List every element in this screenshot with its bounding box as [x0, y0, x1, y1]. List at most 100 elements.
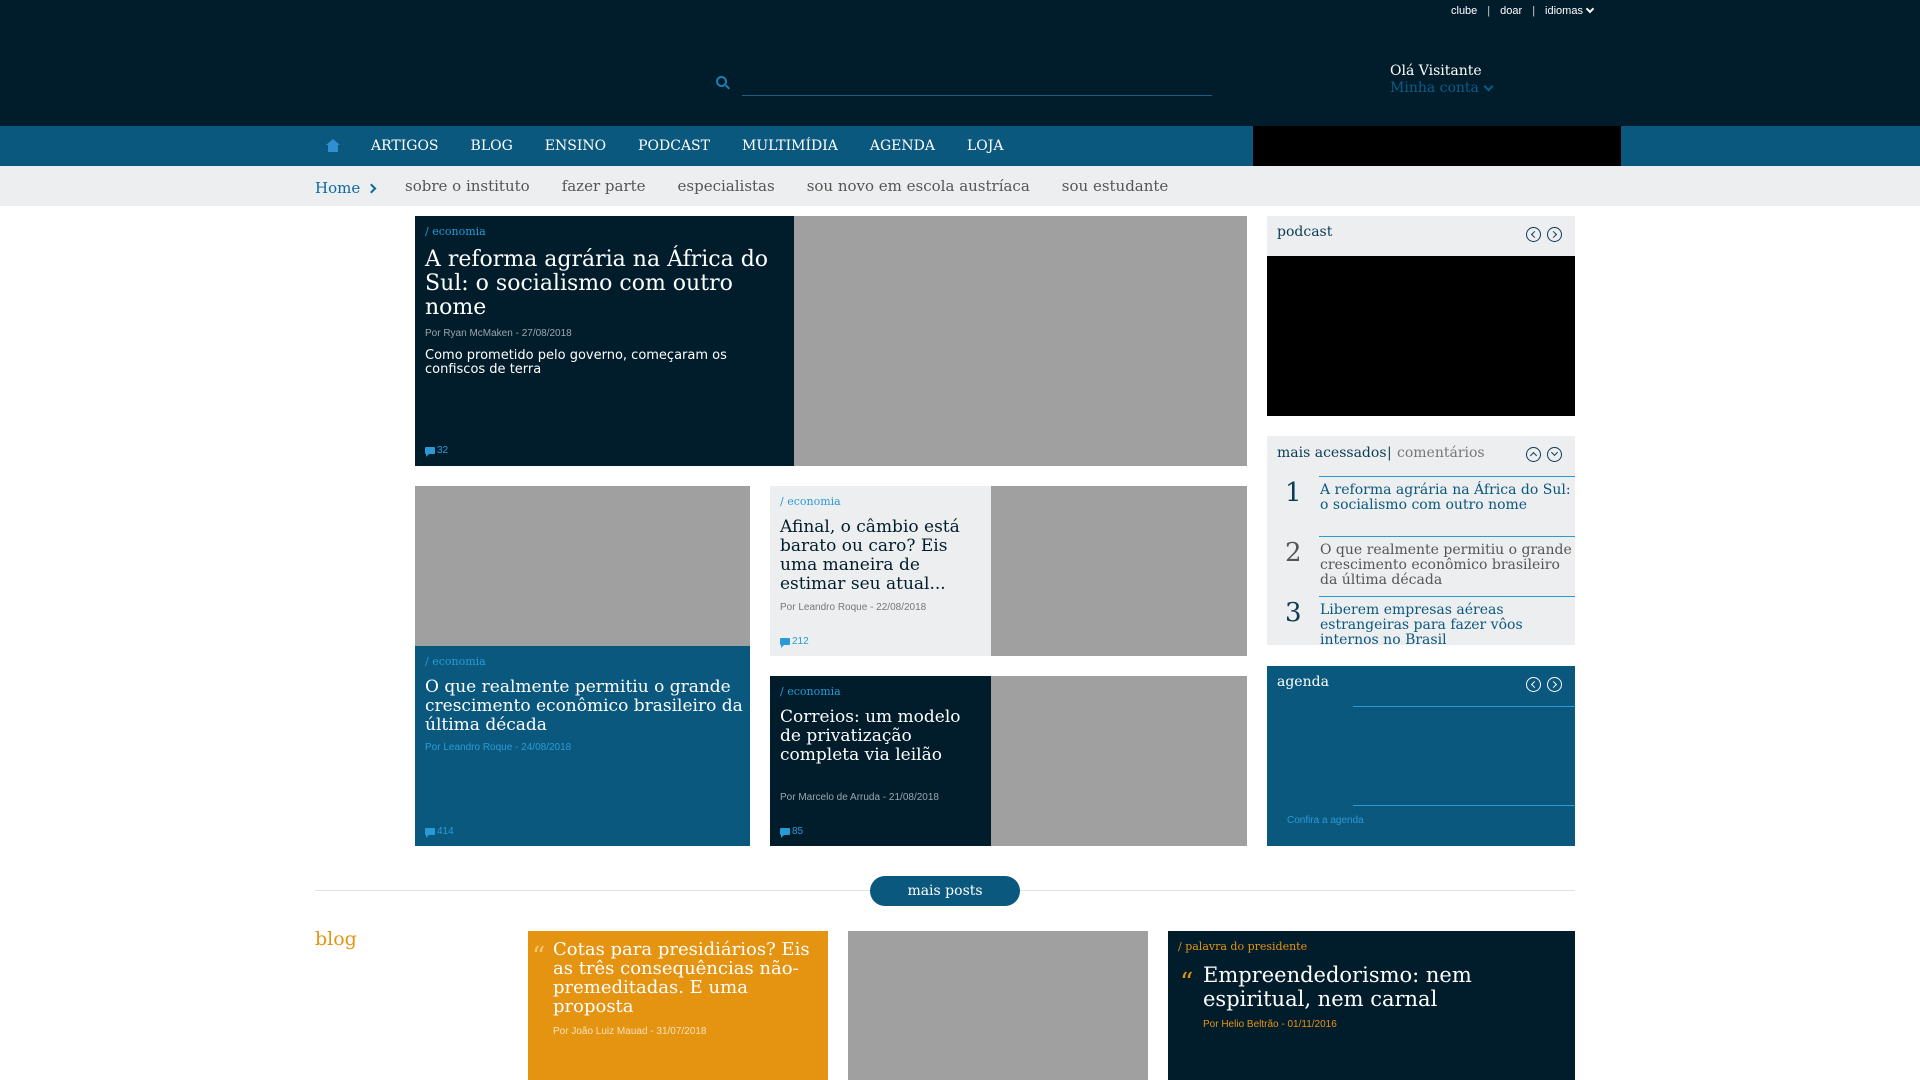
prev-arrow-icon[interactable] — [1526, 227, 1541, 242]
subnav-link-fazer-parte[interactable]: fazer parte — [562, 177, 646, 195]
subnav-link-estudante[interactable]: sou estudante — [1062, 177, 1169, 195]
blog-post-1[interactable]: “ Cotas para presidiários? Eis as três c… — [528, 931, 828, 1080]
article-title[interactable]: Afinal, o câmbio está barato ou caro? Ei… — [780, 518, 985, 594]
agenda-link[interactable]: Confira a agenda — [1287, 815, 1364, 826]
nav-item-artigos[interactable]: ARTIGOS — [371, 138, 439, 154]
sub-nav: Home sobre o instituto fazer parte espec… — [0, 166, 1920, 206]
article-tag[interactable]: / economia — [425, 655, 486, 668]
idiomas-dropdown[interactable]: idiomas — [1545, 5, 1583, 17]
chevron-right-icon — [366, 183, 377, 193]
comment-count[interactable]: 85 — [780, 826, 803, 838]
article-tag[interactable]: / economia — [780, 685, 841, 698]
podcast-player[interactable] — [1267, 256, 1575, 416]
nav-item-multimidia[interactable]: MULTIMÍDIA — [742, 138, 838, 154]
blog-post-2[interactable]: / palavra do presidente “ Empreendedoris… — [1168, 931, 1575, 1080]
subnav-link-novo[interactable]: sou novo em escola austríaca — [807, 177, 1030, 195]
subnav-home[interactable]: Home — [315, 179, 377, 197]
subnav-link-especialistas[interactable]: especialistas — [678, 177, 775, 195]
comment-icon — [425, 447, 435, 457]
article-title[interactable]: Correios: um modelo de privatização comp… — [780, 708, 985, 765]
quote-mark: “ — [1180, 968, 1194, 998]
comment-icon — [425, 828, 435, 838]
tab-most-read[interactable]: mais acessados — [1277, 445, 1387, 461]
featured-article-fourth[interactable]: / economia Correios: um modelo de privat… — [770, 676, 991, 846]
featured-article-third[interactable]: / economia Afinal, o câmbio está barato … — [770, 486, 991, 656]
prev-arrow-icon[interactable] — [1526, 677, 1541, 692]
chevron-down-icon[interactable] — [1585, 4, 1595, 14]
featured-article-third-image[interactable] — [991, 486, 1247, 656]
quote-mark: “ — [532, 942, 546, 972]
account-menu[interactable]: Minha conta — [1390, 80, 1494, 96]
scroll-up-icon[interactable] — [1526, 447, 1541, 462]
item-title[interactable]: Liberem empresas aéreas estrangeiras par… — [1320, 603, 1575, 646]
item-divider — [1319, 476, 1575, 477]
search-icon[interactable] — [716, 76, 727, 87]
nav-item-podcast[interactable]: PODCAST — [638, 138, 710, 154]
chevron-down-icon[interactable] — [1483, 81, 1494, 91]
most-read-item[interactable]: 3 Liberem empresas aéreas estrangeiras p… — [1275, 596, 1575, 645]
comment-count-value[interactable]: 85 — [792, 826, 803, 837]
subnav-home-label[interactable]: Home — [315, 179, 360, 197]
article-tag[interactable]: / palavra do presidente — [1178, 940, 1307, 953]
item-rank: 1 — [1285, 478, 1302, 508]
nav-item-loja[interactable]: LOJA — [967, 138, 1004, 154]
comment-count[interactable]: 212 — [780, 636, 809, 648]
nav-item-ensino[interactable]: ENSINO — [545, 138, 606, 154]
featured-article-second-image[interactable] — [415, 486, 750, 646]
featured-article-main-image[interactable] — [794, 216, 1247, 466]
item-rank: 2 — [1285, 538, 1302, 568]
subnav-link-sobre[interactable]: sobre o instituto — [405, 177, 530, 195]
article-title[interactable]: A reforma agrária na África do Sul: o so… — [425, 248, 775, 320]
nav-item-agenda[interactable]: AGENDA — [870, 138, 935, 154]
nav-banner-slot — [1253, 126, 1621, 166]
item-title[interactable]: A reforma agrária na África do Sul: o so… — [1320, 483, 1575, 513]
blog-post-meta: Por João Luiz Mauad - 31/07/2018 — [553, 1026, 707, 1037]
featured-article-fourth-image[interactable] — [991, 676, 1247, 846]
scroll-down-icon[interactable] — [1547, 447, 1562, 462]
comment-count-value[interactable]: 212 — [792, 636, 809, 647]
main-nav: ARTIGOS BLOG ENSINO PODCAST MULTIMÍDIA A… — [0, 126, 1920, 166]
article-tag[interactable]: / economia — [425, 225, 486, 238]
featured-article-second[interactable]: / economia O que realmente permitiu o gr… — [415, 646, 750, 846]
nav-items: ARTIGOS BLOG ENSINO PODCAST MULTIMÍDIA A… — [371, 126, 1035, 166]
article-title[interactable]: O que realmente permitiu o grande cresci… — [425, 678, 745, 735]
user-greeting: Olá Visitante — [1390, 63, 1482, 79]
clube-link[interactable]: clube — [1451, 5, 1477, 17]
more-posts-button[interactable]: mais posts — [870, 876, 1020, 906]
next-arrow-icon[interactable] — [1547, 227, 1562, 242]
blog-post-title[interactable]: Empreendedorismo: nem espiritual, nem ca… — [1203, 963, 1563, 1011]
comment-count[interactable]: 414 — [425, 826, 454, 838]
agenda-widget: agenda Confira a agenda — [1267, 666, 1575, 846]
next-arrow-icon[interactable] — [1547, 677, 1562, 692]
item-rank: 3 — [1285, 598, 1302, 628]
home-icon[interactable] — [326, 139, 340, 152]
blog-section-title[interactable]: blog — [315, 928, 357, 950]
podcast-title[interactable]: podcast — [1277, 224, 1332, 240]
tab-separator: | — [1387, 445, 1392, 461]
comment-count-value[interactable]: 414 — [437, 826, 454, 837]
tab-comments[interactable]: comentários — [1397, 445, 1485, 461]
subnav-links: sobre o instituto fazer parte especialis… — [405, 177, 1200, 195]
top-header: clube | doar | idiomas Olá Visitante Min… — [0, 0, 1920, 126]
comment-count-value[interactable]: 32 — [437, 445, 448, 456]
item-title[interactable]: O que realmente permitiu o grande cresci… — [1320, 543, 1575, 588]
blog-post-image[interactable] — [848, 931, 1148, 1080]
featured-article-main[interactable]: / economia A reforma agrária na África d… — [415, 216, 794, 466]
article-tag[interactable]: / economia — [780, 495, 841, 508]
comment-icon — [780, 638, 790, 648]
agenda-title[interactable]: agenda — [1277, 674, 1329, 690]
article-meta: Por Ryan McMaken - 27/08/2018 — [425, 328, 572, 339]
blog-post-title[interactable]: Cotas para presidiários? Eis as três con… — [553, 940, 823, 1016]
nav-item-blog[interactable]: BLOG — [471, 138, 513, 154]
item-divider — [1319, 536, 1575, 537]
separator: | — [1487, 5, 1491, 17]
doar-link[interactable]: doar — [1500, 5, 1522, 17]
search-input[interactable] — [742, 72, 1212, 96]
search-bar — [716, 72, 1212, 96]
comment-count[interactable]: 32 — [425, 445, 448, 457]
account-label[interactable]: Minha conta — [1390, 80, 1479, 96]
article-excerpt: Como prometido pelo governo, começaram o… — [425, 348, 727, 377]
most-read-item[interactable]: 2 O que realmente permitiu o grande cres… — [1275, 536, 1575, 596]
agenda-bottom-line — [1353, 805, 1575, 806]
most-read-item[interactable]: 1 A reforma agrária na África do Sul: o … — [1275, 476, 1575, 536]
